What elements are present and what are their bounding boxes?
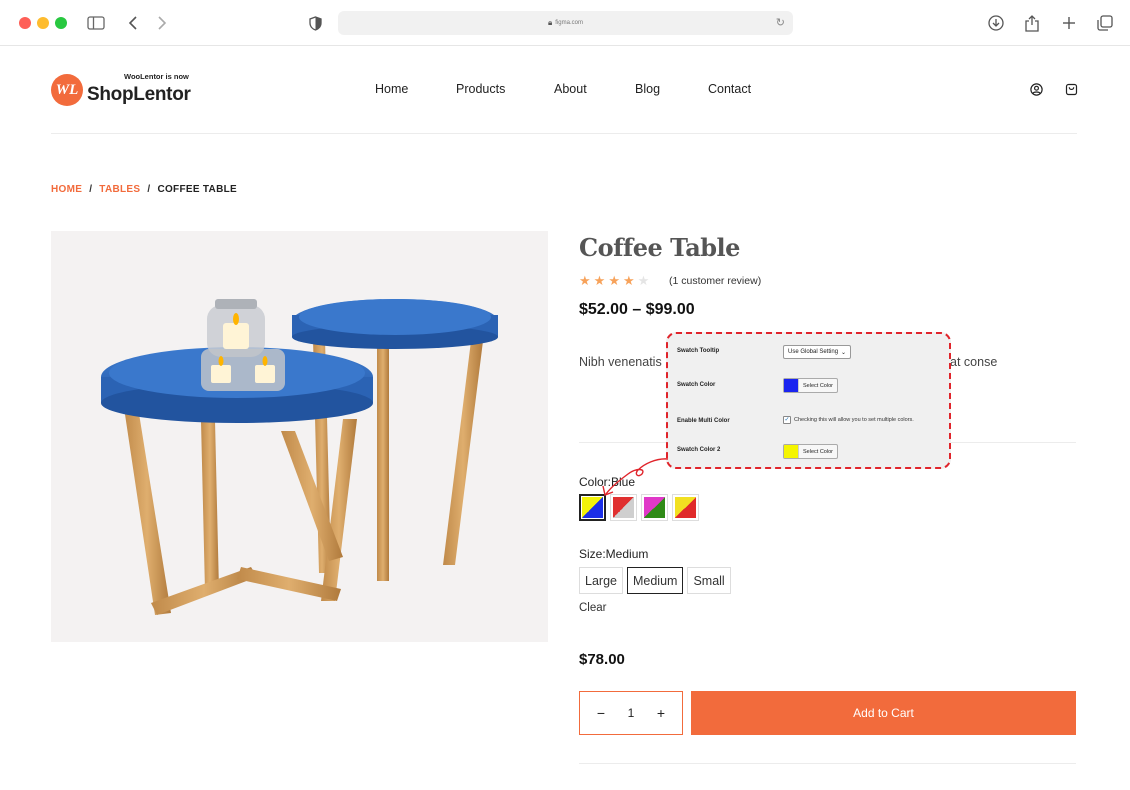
quantity-increase-button[interactable]: + — [654, 705, 668, 721]
breadcrumb-separator: / — [89, 184, 93, 195]
annotation-arrow-icon — [602, 458, 669, 496]
quantity-decrease-button[interactable]: − — [594, 705, 608, 721]
reload-icon[interactable]: ↻ — [776, 16, 785, 29]
nav-item-contact[interactable]: Contact — [708, 82, 751, 96]
tabs-icon[interactable] — [1095, 13, 1115, 33]
size-option-medium[interactable]: Medium — [626, 567, 684, 594]
star-icon: ★ — [593, 273, 606, 288]
breadcrumb-current: COFFEE TABLE — [157, 184, 237, 195]
shield-icon[interactable] — [305, 13, 325, 33]
star-icon: ★ — [622, 273, 635, 288]
swatch-color-2-picker[interactable]: Select Color — [783, 444, 838, 459]
url-text: figma.com — [555, 20, 583, 26]
logo-mark: WL — [51, 74, 83, 106]
logo-wordmark: ShopLentor — [87, 84, 191, 106]
select-color-label: Select Color — [798, 445, 837, 458]
breadcrumb-tables[interactable]: TABLES — [99, 184, 140, 195]
quantity-stepper: − 1 + — [579, 691, 683, 735]
swatch-fill — [644, 497, 665, 518]
swatch-tooltip-label: Swatch Tooltip — [677, 348, 720, 354]
variant-price: $78.00 — [579, 651, 625, 668]
nav-item-products[interactable]: Products — [456, 82, 505, 96]
add-to-cart-button[interactable]: Add to Cart — [691, 691, 1076, 735]
swatch-color-2-chip — [784, 445, 798, 458]
swatch-color-picker[interactable]: Select Color — [783, 378, 838, 393]
swatch-tooltip-select[interactable]: Use Global Setting ⌄ — [783, 345, 852, 359]
select-color-label: Select Color — [798, 379, 837, 392]
star-empty-icon: ★ — [637, 273, 650, 288]
header-divider — [51, 133, 1077, 134]
address-bar[interactable]: 🔒︎ figma.com ↻ — [338, 11, 793, 35]
logo-note: WooLentor is now — [124, 72, 189, 81]
swatch-settings-panel: Swatch Tooltip Use Global Setting ⌄ Swat… — [666, 332, 951, 469]
clear-selection-link[interactable]: Clear — [579, 602, 606, 614]
cart-icon[interactable] — [1064, 82, 1078, 96]
size-label: Size:Medium — [579, 547, 649, 561]
swatch-color-label: Swatch Color — [677, 382, 716, 388]
nav-item-blog[interactable]: Blog — [635, 82, 660, 96]
swatch-color-chip — [784, 379, 798, 392]
breadcrumb-separator: / — [147, 184, 151, 195]
share-icon[interactable] — [1022, 13, 1042, 33]
quantity-value[interactable]: 1 — [628, 706, 635, 720]
product-image[interactable] — [51, 231, 548, 642]
review-link[interactable]: (1 customer review) — [669, 275, 761, 287]
bottom-divider — [579, 763, 1076, 764]
product-title: Coffee Table — [579, 233, 740, 262]
size-option-large[interactable]: Large — [579, 567, 623, 594]
breadcrumb: HOME / TABLES / COFFEE TABLE — [51, 184, 237, 195]
nav-item-about[interactable]: About — [554, 82, 587, 96]
sidebar-icon[interactable] — [86, 13, 106, 33]
coffee-table-illustration — [101, 299, 498, 615]
swatch-fill — [675, 497, 696, 518]
lock-icon: 🔒︎ — [548, 18, 553, 27]
enable-multi-color-label: Enable Multi Color — [677, 418, 730, 424]
star-icon: ★ — [608, 273, 620, 288]
logo-word-shop: Shop — [87, 84, 134, 105]
breadcrumb-home[interactable]: HOME — [51, 184, 82, 195]
close-window-button[interactable] — [19, 17, 31, 29]
enable-multi-color-checkbox[interactable]: ✓ — [783, 416, 791, 424]
logo-word-lentor: Lentor — [133, 84, 191, 105]
site-logo[interactable]: WL WooLentor is now ShopLentor — [51, 72, 201, 112]
color-swatch-yellow-red[interactable] — [672, 494, 699, 521]
star-rating: ★ ★ ★ ★ ★ — [579, 273, 649, 289]
plus-icon[interactable] — [1059, 13, 1079, 33]
nav-item-home[interactable]: Home — [375, 82, 408, 96]
price-range: $52.00 – $99.00 — [579, 301, 695, 318]
download-icon[interactable] — [986, 13, 1006, 33]
browser-toolbar: 🔒︎ figma.com ↻ — [0, 0, 1130, 46]
swatch-color-2-label: Swatch Color 2 — [677, 447, 721, 453]
star-icon: ★ — [579, 273, 591, 288]
size-option-small[interactable]: Small — [687, 567, 731, 594]
forward-icon[interactable] — [152, 13, 172, 33]
size-options: Large Medium Small — [579, 567, 731, 594]
minimize-window-button[interactable] — [37, 17, 49, 29]
swatch-fill — [582, 497, 603, 518]
multi-color-help-text: Checking this will allow you to set mult… — [794, 417, 914, 423]
swatch-tooltip-value: Use Global Setting — [788, 349, 839, 355]
swatch-fill — [613, 497, 634, 518]
user-icon[interactable] — [1029, 82, 1043, 96]
enable-multi-color-control: ✓ Checking this will allow you to set mu… — [783, 416, 914, 424]
maximize-window-button[interactable] — [55, 17, 67, 29]
back-icon[interactable] — [123, 13, 143, 33]
chevron-down-icon: ⌄ — [841, 349, 847, 356]
